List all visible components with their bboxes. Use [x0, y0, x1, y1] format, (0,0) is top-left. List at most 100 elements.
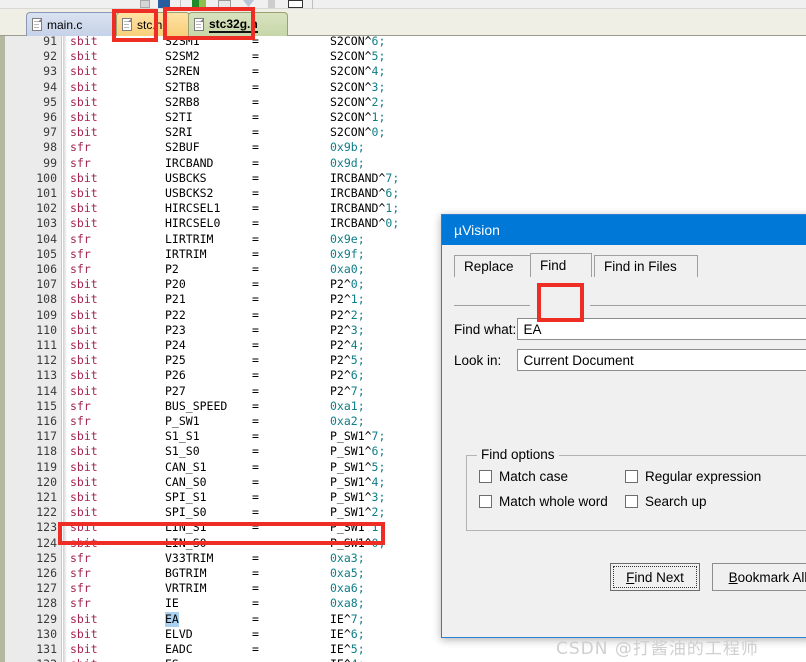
line-number: 115: [36, 398, 57, 413]
code-value: P_SW1^0;: [330, 535, 386, 550]
find-what-label: Find what:: [454, 321, 517, 337]
line-number: 113: [36, 368, 57, 383]
code-identifier: HIRCSEL1: [165, 201, 221, 216]
find-options-group: Find options Match case Match whole word…: [466, 447, 806, 531]
code-value: IE^4;: [330, 657, 365, 662]
code-identifier: LIRTRIM: [165, 231, 214, 246]
editor-tab-stc-h[interactable]: stc.h: [116, 12, 190, 36]
code-value: P2^0;: [330, 277, 365, 292]
find-what-input[interactable]: EA: [516, 318, 806, 340]
code-value: P_SW1^5;: [330, 459, 386, 474]
tab-replace[interactable]: Replace: [454, 255, 532, 277]
checkbox-search-up[interactable]: Search up: [625, 494, 707, 509]
code-identifier: USBCKS: [165, 170, 207, 185]
filter-icon[interactable]: [243, 0, 254, 7]
code-value: S2CON^5;: [330, 49, 386, 64]
code-keyword: sfr: [70, 140, 91, 155]
code-operator: =: [252, 262, 259, 276]
code-identifier: IE: [165, 596, 179, 611]
line-number: 103: [36, 216, 57, 231]
dialog-tab-strip: Replace Find Find in Files: [454, 253, 806, 277]
tab-find[interactable]: Find: [530, 253, 592, 277]
code-keyword: sbit: [70, 626, 98, 641]
code-identifier: LIN_S0: [165, 535, 207, 550]
code-value: S2CON^3;: [330, 79, 386, 94]
code-identifier: P25: [165, 353, 186, 368]
code-value: 0xa5;: [330, 566, 365, 580]
code-keyword: sbit: [70, 170, 98, 185]
code-value: 0x9e;: [330, 231, 365, 246]
file-page-icon: [122, 18, 132, 31]
find-dialog[interactable]: µVision Replace Find Find in Files Find …: [441, 214, 806, 638]
code-keyword: sbit: [70, 216, 98, 231]
code-operator: =: [252, 292, 259, 307]
code-value: IE^7;: [330, 611, 365, 626]
code-operator: =: [252, 383, 259, 398]
checkbox-match-case[interactable]: Match case: [479, 469, 568, 484]
line-number: 114: [36, 383, 57, 398]
code-identifier: P_SW1: [165, 414, 200, 428]
editor-tab-main-c[interactable]: main.c: [26, 12, 116, 36]
code-keyword: sbit: [70, 292, 98, 307]
line-number: 96: [43, 110, 57, 124]
tab-find-in-files[interactable]: Find in Files: [594, 255, 698, 277]
code-value: S2CON^2;: [330, 94, 386, 109]
bookmark-all-label: Bookmark All: [728, 569, 806, 585]
look-in-select[interactable]: Current Document: [516, 349, 806, 371]
code-value: P2^1;: [330, 292, 365, 307]
line-number: 106: [36, 262, 57, 276]
code-identifier: S1_S1: [165, 429, 200, 444]
binoculars-icon[interactable]: [158, 0, 170, 8]
look-in-label: Look in:: [454, 352, 502, 368]
code-keyword: sbit: [70, 64, 98, 79]
code-operator: =: [252, 322, 259, 337]
code-identifier: S2RI: [165, 125, 193, 140]
code-value: 0xa2;: [330, 414, 365, 428]
bookmark-icon[interactable]: [268, 0, 275, 8]
line-number: 128: [36, 596, 57, 611]
code-identifier: HIRCSEL0: [165, 216, 221, 231]
code-identifier: CAN_S1: [165, 459, 207, 474]
code-value: P_SW1^6;: [330, 444, 386, 459]
code-line: 101 sbit USBCKS2 = IRCBAND^6;: [0, 186, 806, 201]
code-keyword: sbit: [70, 368, 98, 383]
code-operator: =: [252, 64, 259, 79]
code-identifier: IRCBAND: [165, 155, 214, 170]
line-number: 102: [36, 201, 57, 216]
line-number: 107: [36, 277, 57, 292]
code-value: S2CON^4;: [330, 64, 386, 79]
code-keyword: sbit: [70, 490, 98, 504]
checkbox-label: Regular expression: [645, 469, 762, 484]
editor-tab-stc32g-h[interactable]: stc32g.h: [188, 12, 288, 36]
checkbox-regular-expression[interactable]: Regular expression: [625, 469, 761, 484]
line-number: 130: [36, 626, 57, 641]
code-value: 0xa1;: [330, 398, 365, 413]
code-line: 97 sbit S2RI = S2CON^0;: [0, 125, 806, 140]
build-icon[interactable]: [192, 0, 206, 8]
code-identifier-selected: EA: [165, 611, 179, 627]
code-operator: =: [252, 505, 259, 520]
code-operator: =: [252, 398, 259, 413]
line-number: 101: [36, 186, 57, 200]
code-keyword: sfr: [70, 581, 91, 596]
toolbar-strip: [0, 0, 806, 9]
checkbox-match-whole-word[interactable]: Match whole word: [479, 494, 608, 509]
code-value: 0x9f;: [330, 246, 365, 261]
code-operator: =: [252, 581, 259, 596]
code-identifier: P22: [165, 307, 186, 322]
code-identifier: EADC: [165, 642, 193, 656]
window-icon[interactable]: [218, 0, 231, 8]
code-keyword: sbit: [70, 36, 98, 48]
dropdown-arrow-icon[interactable]: [140, 0, 150, 8]
line-number: 97: [43, 125, 57, 140]
tab-find-label: Find: [540, 258, 567, 273]
code-keyword: sbit: [70, 611, 98, 626]
debug-icon[interactable]: [288, 0, 303, 8]
code-identifier: LIN_S1: [165, 520, 207, 535]
code-operator: =: [252, 155, 259, 170]
find-next-button[interactable]: Find Next: [610, 563, 700, 591]
code-keyword: sbit: [70, 125, 98, 140]
line-number: 129: [36, 611, 57, 626]
look-in-row: Look in: Current Document: [454, 348, 806, 372]
bookmark-all-button[interactable]: Bookmark All: [712, 563, 806, 591]
